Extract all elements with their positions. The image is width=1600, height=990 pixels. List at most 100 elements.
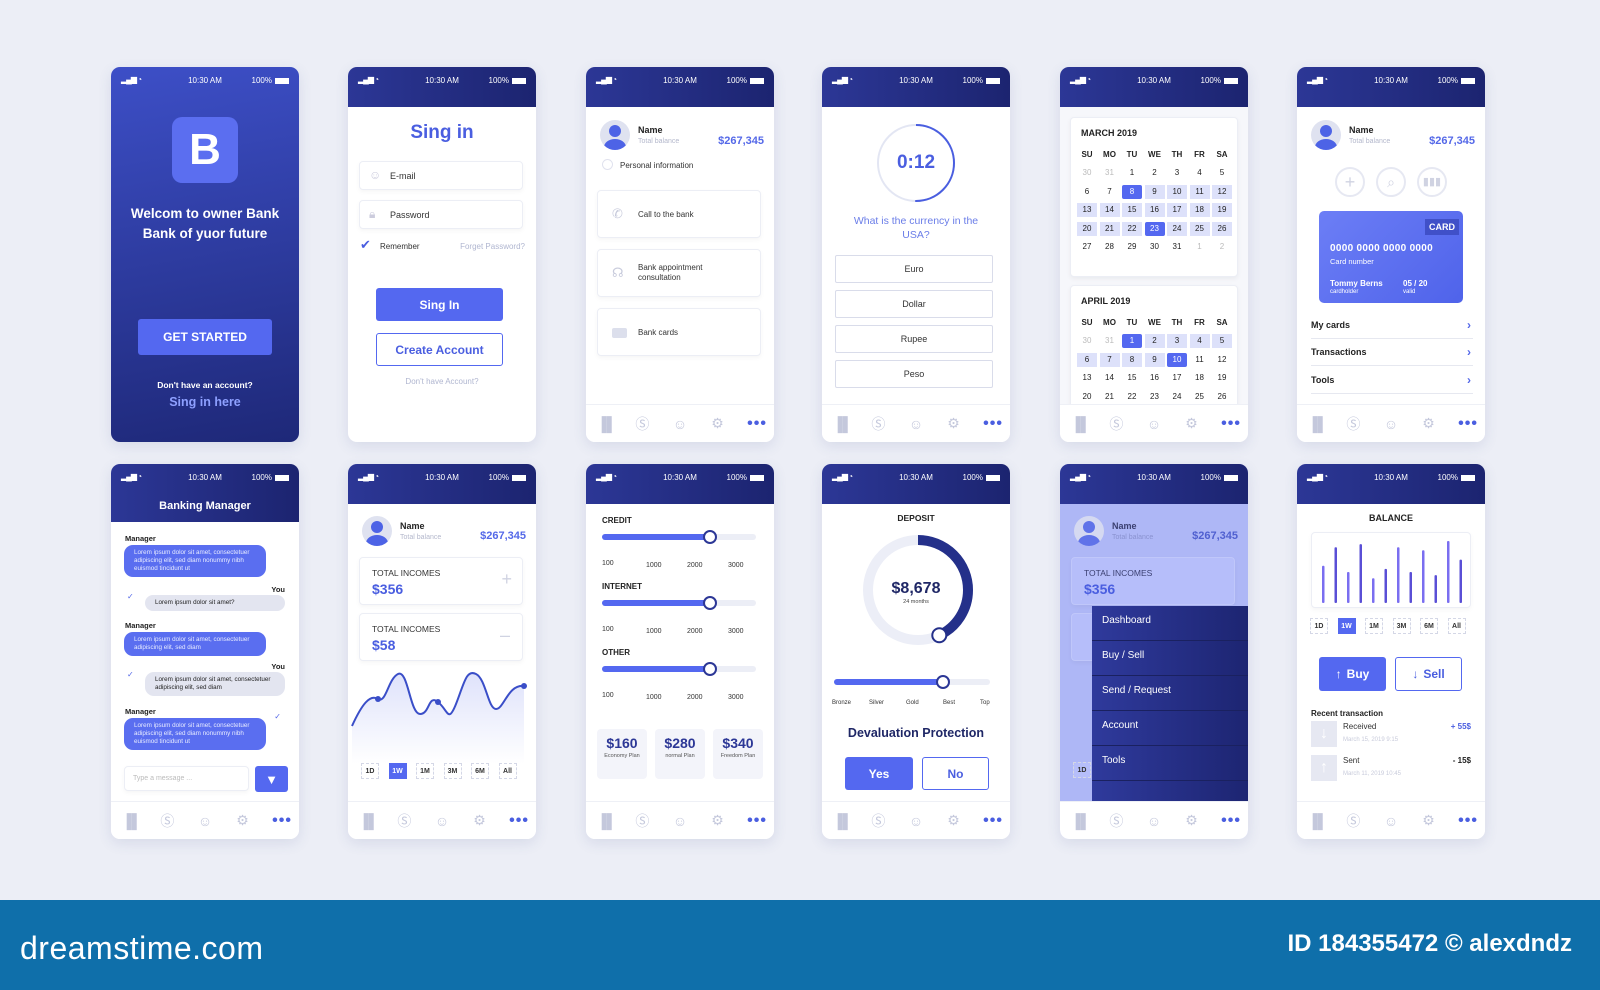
forgot-password-link[interactable]: Forget Password? <box>460 242 525 251</box>
dollar-icon[interactable]: Ⓢ <box>396 811 412 831</box>
calendar-day[interactable]: 4 <box>1189 334 1210 348</box>
level-slider-thumb[interactable] <box>936 675 951 689</box>
calendar-day[interactable]: 30 <box>1145 240 1165 254</box>
income-card[interactable]: TOTAL INCOMES $356 + <box>359 557 523 605</box>
chart-icon[interactable]: ▐▌ <box>1308 813 1328 829</box>
dollar-icon[interactable]: Ⓢ <box>634 414 650 434</box>
calendar-day[interactable]: 3 <box>1167 166 1187 180</box>
menu-item-buy-sell[interactable]: Buy / Sell <box>1092 641 1248 676</box>
sign-in-button[interactable]: Sing In <box>376 288 503 321</box>
calendar-day[interactable]: 2 <box>1145 166 1165 180</box>
user-icon[interactable]: ☺ <box>908 813 924 829</box>
more-icon[interactable]: ••• <box>1221 812 1240 830</box>
user-icon[interactable]: ☺ <box>434 813 450 829</box>
calendar-day[interactable]: 12 <box>1212 184 1232 199</box>
dollar-icon[interactable]: Ⓢ <box>870 414 886 434</box>
personal-info-link[interactable]: Personal information <box>620 161 693 170</box>
slider-thumb[interactable] <box>702 530 717 544</box>
period-1w[interactable]: 1W <box>388 763 407 779</box>
calendar-day[interactable]: 19 <box>1212 371 1232 385</box>
calendar-day[interactable]: 12 <box>1212 353 1232 367</box>
calendar-day[interactable]: 16 <box>1144 203 1165 217</box>
calendar-day[interactable]: 29 <box>1122 240 1142 254</box>
period-6m[interactable]: 6M <box>471 763 489 779</box>
plan-card[interactable]: $160 Economy Plan <box>597 729 647 779</box>
period-1d[interactable]: 1D <box>361 763 379 779</box>
chart-icon[interactable]: ▐▌ <box>833 813 853 829</box>
appointment-item[interactable]: ☊ Bank appointment consultation <box>597 249 761 297</box>
add-icon[interactable]: + <box>1335 167 1365 197</box>
calendar-day[interactable]: 14 <box>1100 371 1120 385</box>
calendar-day[interactable]: 3 <box>1167 334 1187 348</box>
menu-item-tools[interactable]: Tools <box>1092 746 1248 781</box>
plan-card[interactable]: $280 normal Plan <box>655 729 705 779</box>
user-icon[interactable]: ☺ <box>1383 813 1399 829</box>
more-icon[interactable]: ••• <box>1221 415 1240 433</box>
gear-icon[interactable]: ⚙ <box>1184 415 1200 432</box>
calendar-day[interactable]: 20 <box>1077 390 1097 404</box>
remember-checkbox[interactable]: ✔ <box>360 237 371 253</box>
calendar-day[interactable]: 11 <box>1189 184 1210 199</box>
period-3m[interactable]: 3M <box>443 763 462 779</box>
more-icon[interactable]: ••• <box>1458 415 1477 433</box>
calendar-day[interactable]: 4 <box>1190 166 1210 180</box>
period-1m[interactable]: 1M <box>416 763 434 779</box>
user-icon[interactable]: ☺ <box>672 416 688 432</box>
calendar-day[interactable]: 10 <box>1167 352 1187 367</box>
calendar-day[interactable]: 13 <box>1077 203 1097 217</box>
calendar-day[interactable]: 13 <box>1077 371 1097 385</box>
dollar-icon[interactable]: Ⓢ <box>870 811 886 831</box>
period-all[interactable]: All <box>498 763 517 779</box>
calendar-day[interactable]: 19 <box>1212 203 1232 217</box>
menu-item-send-request[interactable]: Send / Request <box>1092 676 1248 711</box>
calendar-day[interactable]: 27 <box>1077 240 1097 254</box>
calendar-day[interactable]: 24 <box>1167 390 1187 404</box>
dollar-icon[interactable]: Ⓢ <box>159 811 175 831</box>
calendar-day[interactable]: 5 <box>1212 166 1232 180</box>
period-6m[interactable]: 6M <box>1420 618 1438 634</box>
gear-icon[interactable]: ⚙ <box>1421 812 1437 829</box>
more-icon[interactable]: ••• <box>983 812 1002 830</box>
calendar-day[interactable]: 5 <box>1212 334 1232 348</box>
calendar-day[interactable]: 25 <box>1190 390 1210 404</box>
user-icon[interactable]: ☺ <box>908 416 924 432</box>
period-1w[interactable]: 1W <box>1337 618 1356 634</box>
call-bank-item[interactable]: ✆ Call to the bank <box>597 190 761 238</box>
calendar-day[interactable]: 25 <box>1189 221 1210 236</box>
calendar-day[interactable]: 23 <box>1144 221 1165 236</box>
chart-icon[interactable]: ▐▌ <box>1308 416 1328 432</box>
calendar-day[interactable]: 1 <box>1122 166 1142 180</box>
more-icon[interactable]: ••• <box>509 812 528 830</box>
user-icon[interactable]: ☺ <box>197 813 213 829</box>
calendar-day[interactable]: 24 <box>1167 221 1187 236</box>
calendar-day[interactable]: 23 <box>1145 390 1165 404</box>
password-field[interactable]: 🔒︎ Password <box>359 200 523 229</box>
slider-thumb[interactable] <box>702 662 717 676</box>
bank-cards-item[interactable]: Bank cards <box>597 308 761 356</box>
menu-my-cards[interactable]: My cards › <box>1311 312 1473 339</box>
answer-option[interactable]: Dollar <box>835 290 993 318</box>
more-icon[interactable]: ••• <box>747 415 766 433</box>
chart-icon[interactable]: ▐▌ <box>833 416 853 432</box>
gear-icon[interactable]: ⚙ <box>472 812 488 829</box>
chart-icon[interactable]: ▐▌ <box>359 813 379 829</box>
calendar-day[interactable]: 10 <box>1167 184 1187 199</box>
answer-option[interactable]: Euro <box>835 255 993 283</box>
email-field[interactable]: ☺ E-mail <box>359 161 523 190</box>
calendar-day[interactable]: 16 <box>1145 371 1165 385</box>
calendar-day[interactable]: 28 <box>1100 240 1120 254</box>
calendar-day[interactable]: 6 <box>1077 352 1097 367</box>
calendar-day[interactable]: 17 <box>1167 371 1187 385</box>
calendar-day[interactable]: 7 <box>1099 352 1120 367</box>
user-icon[interactable]: ☺ <box>1146 416 1162 432</box>
search-icon[interactable]: ⌕ <box>1376 167 1406 197</box>
period-all[interactable]: All <box>1447 618 1466 634</box>
calendar-day[interactable]: 2 <box>1144 334 1165 348</box>
dollar-icon[interactable]: Ⓢ <box>1345 811 1361 831</box>
calendar-day[interactable]: 26 <box>1212 221 1232 236</box>
calendar-day[interactable]: 21 <box>1100 390 1120 404</box>
more-icon[interactable]: ••• <box>272 812 291 830</box>
calendar-day[interactable]: 8 <box>1122 352 1142 367</box>
menu-item-dashboard[interactable]: Dashboard <box>1092 606 1248 641</box>
dollar-icon[interactable]: Ⓢ <box>1108 811 1124 831</box>
